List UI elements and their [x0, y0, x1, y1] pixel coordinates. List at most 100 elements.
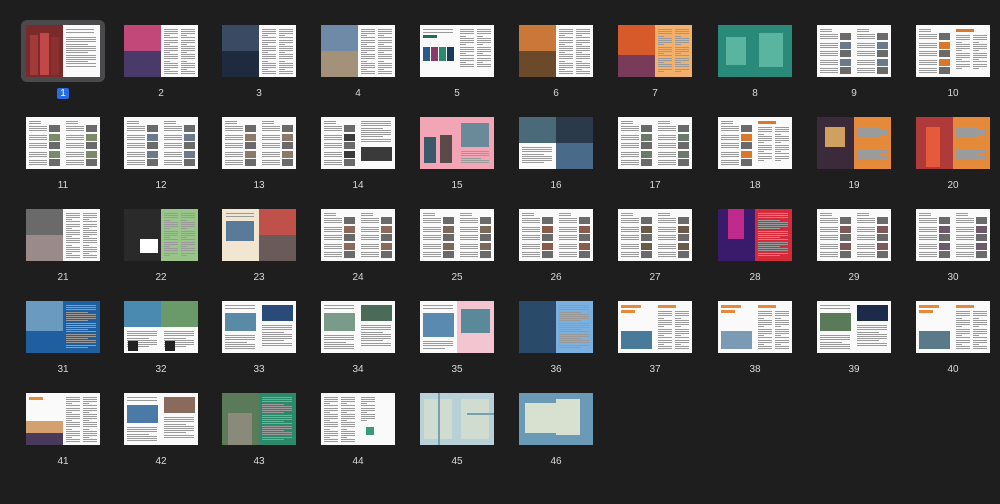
listing-photo: [542, 251, 553, 258]
page-thumbnail[interactable]: 27: [618, 209, 692, 283]
page-thumbnail[interactable]: 3: [222, 25, 296, 99]
page-thumbnail[interactable]: 19: [817, 117, 891, 191]
text-line: [973, 335, 979, 337]
page-thumbnail[interactable]: 22: [124, 209, 198, 283]
page-thumbnail[interactable]: 35: [420, 301, 494, 375]
text-line: [361, 29, 375, 30]
text-line: [66, 244, 72, 246]
text-line: [66, 405, 80, 407]
page-thumbnail[interactable]: 25: [420, 209, 494, 283]
right-page: [655, 117, 692, 169]
text-line: [461, 157, 481, 159]
page-thumbnail[interactable]: 24: [321, 209, 395, 283]
text-line: [378, 43, 384, 45]
text-line: [164, 68, 170, 70]
text-line: [164, 250, 178, 252]
text-line: [721, 153, 739, 155]
text-line: [164, 432, 186, 434]
page-thumbnail[interactable]: 18: [718, 117, 792, 191]
listing-photo: [579, 251, 590, 258]
page-thumbnail[interactable]: 40: [916, 301, 990, 375]
street: [228, 413, 252, 445]
page-thumbnail[interactable]: 2: [124, 25, 198, 99]
page-thumbnail[interactable]: 7: [618, 25, 692, 99]
page-thumbnail[interactable]: 43: [222, 393, 296, 467]
page-thumbnail[interactable]: 32: [124, 301, 198, 375]
page-thumbnail[interactable]: 33: [222, 301, 296, 375]
text-line: [477, 64, 491, 66]
text-line: [164, 71, 178, 72]
page-thumbnail[interactable]: 29: [817, 209, 891, 283]
text-line: [225, 128, 243, 129]
text-line: [956, 129, 986, 131]
page-thumbnail[interactable]: 17: [618, 117, 692, 191]
text-line: [324, 343, 354, 345]
text-line: [66, 227, 72, 229]
page-thumbnail[interactable]: 20: [916, 117, 990, 191]
page-thumbnail[interactable]: 30: [916, 209, 990, 283]
page-thumbnail[interactable]: 15: [420, 117, 494, 191]
text-line: [66, 164, 84, 165]
page-number: 6: [553, 88, 559, 99]
page-thumbnail[interactable]: 46: [519, 393, 593, 467]
page-thumbnail[interactable]: 31: [26, 301, 100, 375]
page-thumbnail[interactable]: 5: [420, 25, 494, 99]
page-thumbnail[interactable]: 36: [519, 301, 593, 375]
text-line: [262, 434, 292, 436]
page-thumbnail[interactable]: 41: [26, 393, 100, 467]
page-number: 21: [57, 272, 69, 283]
page-thumbnail[interactable]: 38: [718, 301, 792, 375]
text-line: [658, 326, 664, 328]
page-thumbnail[interactable]: 13: [222, 117, 296, 191]
left-page: [718, 209, 755, 261]
page-thumbnail[interactable]: 10: [916, 25, 990, 99]
right-page: [63, 209, 100, 261]
text-line: [29, 153, 47, 155]
text-line: [66, 147, 84, 148]
page-thumbnail[interactable]: 6: [519, 25, 593, 99]
page-thumbnail[interactable]: 4: [321, 25, 395, 99]
text-line: [83, 405, 97, 407]
text-line: [956, 52, 970, 54]
page-thumbnail[interactable]: 26: [519, 209, 593, 283]
left-page: [222, 301, 259, 353]
text-line: [164, 235, 178, 236]
page-thumbnail[interactable]: 45: [420, 393, 494, 467]
text-line: [164, 138, 182, 140]
text-line: [164, 239, 178, 241]
page-thumbnail[interactable]: 16: [519, 117, 593, 191]
left-page: [26, 25, 63, 77]
listing-photo: [678, 133, 689, 141]
text-line: [324, 434, 338, 436]
text-line: [758, 315, 772, 317]
page-thumbnail[interactable]: 1: [21, 20, 105, 99]
page-thumbnail[interactable]: 9: [817, 25, 891, 99]
text-line: [820, 36, 838, 37]
page-thumbnail[interactable]: 42: [124, 393, 198, 467]
text-line: [973, 344, 979, 345]
page-thumbnail[interactable]: 11: [26, 117, 100, 191]
text-line: [820, 307, 850, 309]
page-thumbnail[interactable]: 21: [26, 209, 100, 283]
text-line: [225, 134, 243, 136]
page-thumbnail[interactable]: 34: [321, 301, 395, 375]
text-line: [956, 243, 974, 245]
listing-photo: [381, 242, 392, 250]
listing-photo: [939, 234, 950, 241]
text-line: [956, 50, 962, 52]
page-thumbnail[interactable]: 23: [222, 209, 296, 283]
page-thumbnail[interactable]: 44: [321, 393, 395, 467]
page-thumbnail[interactable]: 8: [718, 25, 792, 99]
page-number-label: 19: [817, 180, 891, 192]
text-line: [675, 37, 689, 39]
page-thumbnail[interactable]: 37: [618, 301, 692, 375]
right-page: [457, 393, 494, 445]
text-line: [423, 230, 441, 232]
left-page: [124, 209, 161, 261]
text-line: [559, 41, 573, 43]
page-thumbnail[interactable]: 12: [124, 117, 198, 191]
page-thumbnail[interactable]: 14: [321, 117, 395, 191]
text-line: [361, 413, 375, 415]
page-thumbnail[interactable]: 28: [718, 209, 792, 283]
page-thumbnail[interactable]: 39: [817, 301, 891, 375]
